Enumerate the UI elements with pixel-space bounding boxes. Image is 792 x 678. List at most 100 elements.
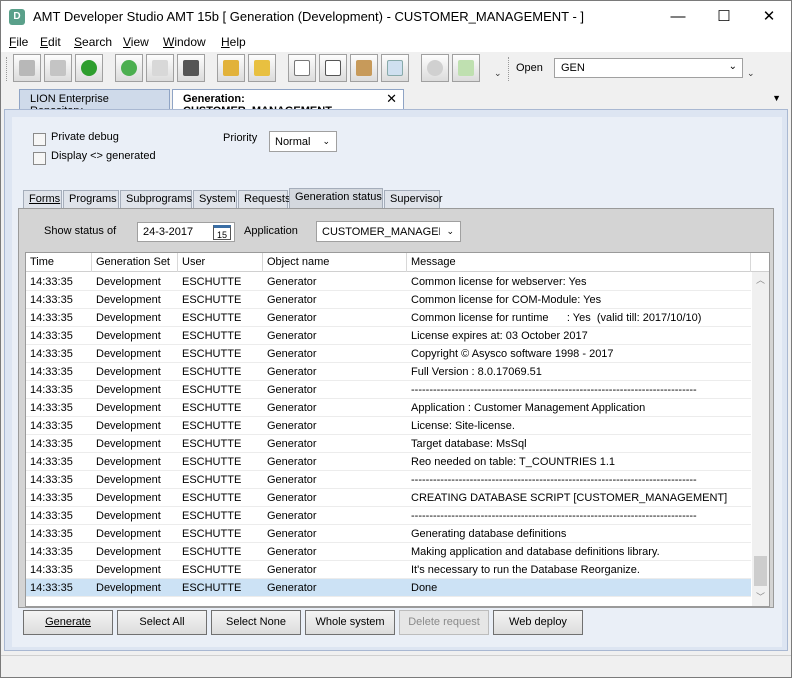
menu-view[interactable]: View bbox=[123, 35, 149, 49]
open-combo[interactable]: GEN ⌄ bbox=[554, 58, 743, 78]
paste-icon[interactable] bbox=[350, 54, 378, 82]
whole-system-button[interactable]: Whole system bbox=[305, 610, 395, 635]
scroll-up-icon[interactable]: ︿ bbox=[752, 272, 769, 289]
table-row[interactable]: 14:33:35 Development ESCHUTTE Generator Appl… bbox=[26, 399, 751, 417]
tab-list-menu-icon[interactable]: ▼ bbox=[772, 93, 781, 103]
generation-log-table[interactable]: Time Generation Set User Object name Mes… bbox=[25, 252, 770, 607]
scroll-down-icon[interactable]: ﹀ bbox=[752, 589, 769, 606]
priority-select[interactable]: Normal ⌄ bbox=[269, 131, 337, 152]
cell-generation-set: Development bbox=[96, 474, 161, 486]
toolbar-grip-2[interactable] bbox=[508, 57, 511, 81]
table-row[interactable]: 14:33:35 Development ESCHUTTE Generator Comm… bbox=[26, 309, 751, 327]
date-value: 24-3-2017 bbox=[143, 226, 194, 238]
table-row[interactable]: 14:33:35 Development ESCHUTTE Generator Done bbox=[26, 579, 751, 597]
cell-user: ESCHUTTE bbox=[182, 294, 242, 306]
web-deploy-button[interactable]: Web deploy bbox=[493, 610, 583, 635]
delete-request-button[interactable]: Delete request bbox=[399, 610, 489, 635]
cell-time: 14:33:35 bbox=[30, 528, 73, 540]
copy-icon[interactable] bbox=[288, 54, 316, 82]
minimize-button[interactable]: — bbox=[655, 1, 701, 32]
table-row[interactable]: 14:33:35 Development ESCHUTTE Generator CREA… bbox=[26, 489, 751, 507]
tab-forms[interactable]: Forms bbox=[23, 190, 62, 208]
search-icon[interactable] bbox=[146, 54, 174, 82]
private-debug-checkbox[interactable] bbox=[33, 133, 46, 146]
tab-programs[interactable]: Programs bbox=[63, 190, 119, 208]
table-row[interactable]: 14:33:35 Development ESCHUTTE Generator Comm… bbox=[26, 273, 751, 291]
cut-icon[interactable] bbox=[319, 54, 347, 82]
select-icon[interactable] bbox=[381, 54, 409, 82]
gear-icon[interactable] bbox=[421, 54, 449, 82]
menu-window[interactable]: Window bbox=[163, 35, 206, 49]
table-row[interactable]: 14:33:35 Development ESCHUTTE Generator Lice… bbox=[26, 417, 751, 435]
table-row[interactable]: 14:33:35 Development ESCHUTTE Generator Gene… bbox=[26, 525, 751, 543]
table-row[interactable]: 14:33:35 Development ESCHUTTE Generator ----… bbox=[26, 507, 751, 525]
table-row[interactable]: 14:33:35 Development ESCHUTTE Generator ----… bbox=[26, 471, 751, 489]
column-header-generation-set[interactable]: Generation Set bbox=[92, 253, 178, 272]
close-tab-icon[interactable]: ✕ bbox=[386, 91, 397, 107]
vertical-scrollbar[interactable]: ︿ ﹀ bbox=[752, 272, 769, 606]
column-header-user[interactable]: User bbox=[178, 253, 263, 272]
column-header-object-name[interactable]: Object name bbox=[263, 253, 407, 272]
cell-object-name: Generator bbox=[267, 438, 317, 450]
table-row[interactable]: 14:33:35 Development ESCHUTTE Generator Full… bbox=[26, 363, 751, 381]
tab-generation-status[interactable]: Generation status bbox=[289, 188, 383, 208]
help-icon[interactable] bbox=[115, 54, 143, 82]
toolbar-grip[interactable] bbox=[6, 57, 9, 81]
cell-time: 14:33:35 bbox=[30, 420, 73, 432]
cell-user: ESCHUTTE bbox=[182, 420, 242, 432]
tab-system[interactable]: System bbox=[193, 190, 237, 208]
scroll-thumb[interactable] bbox=[754, 556, 767, 586]
cell-message: It's necessary to run the Database Reorg… bbox=[411, 564, 640, 576]
column-header-message[interactable]: Message bbox=[407, 253, 751, 272]
export-icon[interactable] bbox=[452, 54, 480, 82]
status-bar bbox=[1, 655, 791, 677]
cell-message: License: Site-license. bbox=[411, 420, 515, 432]
table-row[interactable]: 14:33:35 Development ESCHUTTE Generator Maki… bbox=[26, 543, 751, 561]
tab-subprograms[interactable]: Subprograms bbox=[120, 190, 192, 208]
cell-object-name: Generator bbox=[267, 366, 317, 378]
cell-user: ESCHUTTE bbox=[182, 528, 242, 540]
tab-supervisor[interactable]: Supervisor bbox=[384, 190, 443, 208]
table-row[interactable]: 14:33:35 Development ESCHUTTE Generator Comm… bbox=[26, 291, 751, 309]
calendar-icon[interactable]: 15 bbox=[213, 225, 231, 240]
toolbar-overflow-icon[interactable]: ⌄ bbox=[494, 68, 504, 80]
open-combo-value: GEN bbox=[561, 62, 585, 74]
maximize-button[interactable]: ☐ bbox=[701, 1, 747, 32]
print-icon[interactable] bbox=[177, 54, 205, 82]
cell-message: ----------------------------------------… bbox=[411, 474, 697, 486]
column-header-time[interactable]: Time bbox=[26, 253, 92, 272]
cell-generation-set: Development bbox=[96, 564, 161, 576]
application-select[interactable]: CUSTOMER_MANAGEMENT ⌄ bbox=[316, 221, 461, 242]
settings-icon[interactable] bbox=[248, 54, 276, 82]
menu-file[interactable]: File bbox=[9, 35, 28, 49]
table-row[interactable]: 14:33:35 Development ESCHUTTE Generator ----… bbox=[26, 381, 751, 399]
cell-generation-set: Development bbox=[96, 510, 161, 522]
table-row[interactable]: 14:33:35 Development ESCHUTTE Generator Reo … bbox=[26, 453, 751, 471]
menu-search[interactable]: Search bbox=[74, 35, 112, 49]
cell-generation-set: Development bbox=[96, 294, 161, 306]
save-icon[interactable] bbox=[13, 54, 41, 82]
menu-edit[interactable]: Edit bbox=[40, 35, 61, 49]
table-row[interactable]: 14:33:35 Development ESCHUTTE Generator It's… bbox=[26, 561, 751, 579]
refresh-icon[interactable] bbox=[75, 54, 103, 82]
lock-icon[interactable] bbox=[217, 54, 245, 82]
display-generated-checkbox[interactable] bbox=[33, 152, 46, 165]
close-button[interactable]: ✕ bbox=[746, 1, 792, 32]
toolbar-overflow-icon-2[interactable]: ⌄ bbox=[747, 68, 757, 80]
cell-generation-set: Development bbox=[96, 582, 161, 594]
select-all-button[interactable]: Select All bbox=[117, 610, 207, 635]
tab-lion-enterprise-repository[interactable]: LION Enterprise Repository bbox=[19, 89, 170, 117]
cell-time: 14:33:35 bbox=[30, 564, 73, 576]
select-none-button[interactable]: Select None bbox=[211, 610, 301, 635]
save-all-icon[interactable] bbox=[44, 54, 72, 82]
tab-generation[interactable]: Generation: CUSTOMER_MANAGEMENT ✕ bbox=[172, 89, 404, 117]
cell-time: 14:33:35 bbox=[30, 366, 73, 378]
date-picker[interactable]: 24-3-2017 15 bbox=[137, 222, 235, 242]
table-row[interactable]: 14:33:35 Development ESCHUTTE Generator Targ… bbox=[26, 435, 751, 453]
table-row[interactable]: 14:33:35 Development ESCHUTTE Generator Lice… bbox=[26, 327, 751, 345]
menu-help[interactable]: Help bbox=[221, 35, 246, 49]
application-value: CUSTOMER_MANAGEMENT bbox=[322, 226, 440, 238]
tab-requests[interactable]: Requests bbox=[238, 190, 290, 208]
generate-button[interactable]: Generate bbox=[23, 610, 113, 635]
table-row[interactable]: 14:33:35 Development ESCHUTTE Generator Copy… bbox=[26, 345, 751, 363]
